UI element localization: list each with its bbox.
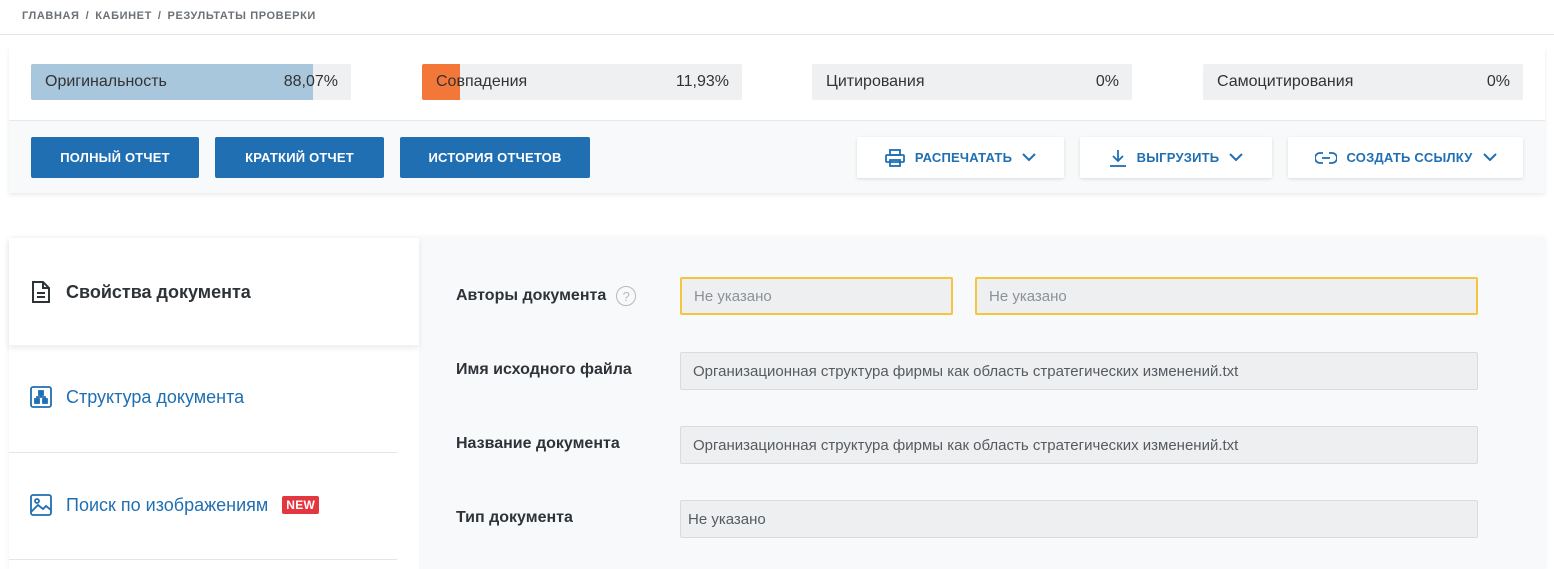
author-input-2[interactable] [975,277,1478,315]
stat-label: Оригинальность [45,73,167,90]
breadcrumb-cabinet[interactable]: КАБИНЕТ [95,10,152,22]
authors-label: Авторы документа ? [456,286,637,306]
sidebar-item-properties[interactable]: Свойства документа [30,280,251,304]
breadcrumb-home[interactable]: ГЛАВНАЯ [22,10,80,22]
source-file-label: Имя исходного файла [456,361,632,378]
stat-value: 88,07% [283,73,338,90]
stat-label: Самоцитирования [1217,73,1354,90]
print-label: РАСПЕЧАТАТЬ [914,150,1013,165]
report-history-button[interactable]: ИСТОРИЯ ОТЧЕТОВ [400,137,590,178]
breadcrumb: ГЛАВНАЯ / КАБИНЕТ / РЕЗУЛЬТАТЫ ПРОВЕРКИ [22,10,316,22]
full-report-button[interactable]: ПОЛНЫЙ ОТЧЕТ [31,137,199,178]
stat-originality: Оригинальность 88,07% [31,64,351,100]
link-icon [1314,151,1337,164]
stat-matches[interactable]: Совпадения 11,93% [422,64,742,100]
header-divider [0,34,1554,35]
document-type-field[interactable] [680,500,1478,538]
breadcrumb-separator: / [157,10,162,22]
sidebar-item-label: Поиск по изображениям [66,494,269,515]
results-panel: Оригинальность 88,07% Совпадения 11,93% … [9,47,1545,193]
actions-row: ПОЛНЫЙ ОТЧЕТ КРАТКИЙ ОТЧЕТ ИСТОРИЯ ОТЧЕТ… [9,121,1545,193]
author-input-1[interactable] [680,277,953,315]
sidebar-divider [9,559,397,560]
page: ГЛАВНАЯ / КАБИНЕТ / РЕЗУЛЬТАТЫ ПРОВЕРКИ Ориг… [0,0,1554,569]
authors-label-text: Авторы документа [456,287,607,304]
structure-icon [30,386,52,408]
stat-label: Цитирования [826,73,925,90]
short-report-button[interactable]: КРАТКИЙ ОТЧЕТ [215,137,384,178]
stat-citations[interactable]: Цитирования 0% [812,64,1132,100]
stat-value: 0% [1095,73,1119,90]
document-icon [32,281,50,303]
download-button[interactable]: ВЫГРУЗИТЬ [1080,137,1272,178]
new-badge: NEW [282,496,320,514]
document-name-label: Название документа [456,435,620,452]
stat-value: 0% [1486,73,1510,90]
document-type-label: Тип документа [456,509,573,526]
download-icon [1109,149,1126,167]
sidebar-item-image-search[interactable]: Поиск по изображениям NEW [30,494,320,516]
download-label: ВЫГРУЗИТЬ [1136,150,1220,165]
source-file-field[interactable] [680,352,1478,390]
chevron-down-icon [1022,153,1036,162]
sidebar-item-structure[interactable]: Структура документа [30,386,244,408]
image-icon [30,494,52,516]
chevron-down-icon [1482,153,1497,162]
chevron-down-icon [1229,153,1244,162]
sidebar-divider [9,452,397,453]
sidebar-item-label: Структура документа [66,386,245,407]
stats-row: Оригинальность 88,07% Совпадения 11,93% … [9,47,1545,120]
create-link-label: СОЗДАТЬ ССЫЛКУ [1346,150,1473,165]
breadcrumb-separator: / [85,10,90,22]
document-properties-card: Свойства документа Структура документа П… [9,238,1545,569]
stat-self-citations[interactable]: Самоцитирования 0% [1203,64,1523,100]
stat-value: 11,93% [675,73,729,90]
create-link-button[interactable]: СОЗДАТЬ ССЫЛКУ [1288,137,1523,178]
stat-label: Совпадения [436,73,528,90]
printer-icon [884,148,905,167]
sidebar-item-label: Свойства документа [66,281,251,302]
print-button[interactable]: РАСПЕЧАТАТЬ [857,137,1064,178]
help-icon[interactable]: ? [616,286,637,306]
document-name-field[interactable] [680,426,1478,464]
breadcrumb-current: РЕЗУЛЬТАТЫ ПРОВЕРКИ [167,10,316,22]
sidebar: Свойства документа Структура документа П… [9,238,419,569]
